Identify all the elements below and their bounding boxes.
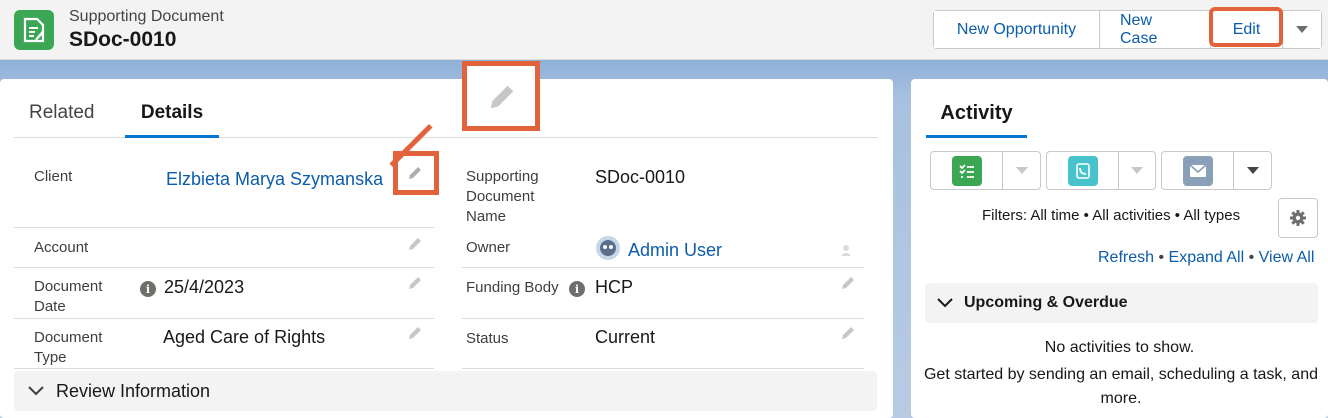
- document-type-label: Document Type: [34, 329, 103, 366]
- avatar: [596, 236, 620, 260]
- chevron-down-icon: [28, 386, 44, 396]
- annotation-zoom-box: [462, 61, 540, 131]
- info-icon[interactable]: i: [140, 281, 156, 297]
- field-divider: [462, 318, 864, 319]
- field-divider: [14, 318, 434, 319]
- field-divider: [14, 267, 434, 268]
- owner-link[interactable]: Admin User: [628, 240, 722, 261]
- owner-label: Owner: [466, 239, 511, 256]
- pencil-icon: [490, 85, 514, 109]
- funding-body-label: Funding Body: [466, 279, 559, 296]
- field-divider: [462, 267, 864, 268]
- annotation-highlight: [393, 151, 439, 195]
- client-label: Client: [34, 168, 73, 185]
- pencil-icon[interactable]: [840, 275, 856, 291]
- status-label: Status: [466, 330, 509, 347]
- email-icon: [1182, 155, 1213, 186]
- field-divider: [14, 227, 434, 228]
- view-all-link[interactable]: View All: [1259, 249, 1315, 266]
- refresh-link[interactable]: Refresh: [1098, 249, 1154, 266]
- task-icon: [951, 155, 982, 186]
- activity-card: Activity Filters: All time • All activit…: [911, 79, 1328, 418]
- object-type-label: Supporting Document: [69, 8, 224, 25]
- document-type-value: Aged Care of Rights: [163, 327, 326, 347]
- chevron-down-icon: [937, 298, 953, 308]
- funding-body-value: HCP: [595, 277, 634, 297]
- info-icon[interactable]: i: [569, 281, 585, 297]
- section-title: Review Information: [56, 381, 211, 401]
- supporting-document-name-label: Supporting Document Name: [466, 168, 539, 225]
- status-value: Current: [595, 327, 656, 347]
- account-label: Account: [34, 239, 89, 256]
- record-title: SDoc-0010: [69, 28, 177, 51]
- new-task-button[interactable]: [930, 151, 1041, 190]
- gear-icon: [1290, 210, 1306, 226]
- activity-filters: Filters: All time • All activities • All…: [982, 207, 1241, 224]
- details-card: Related Details Client Elzbieta Marya Sz…: [0, 79, 893, 418]
- chevron-down-icon: [1246, 166, 1259, 174]
- review-information-section[interactable]: Review Information: [14, 371, 877, 411]
- upcoming-overdue-section[interactable]: Upcoming & Overdue: [925, 283, 1318, 323]
- document-date-value: 25/4/2023: [164, 277, 245, 297]
- pencil-icon[interactable]: [407, 236, 423, 252]
- section-title: Upcoming & Overdue: [964, 294, 1128, 311]
- new-opportunity-button[interactable]: New Opportunity: [934, 11, 1100, 48]
- field-divider: [462, 368, 864, 369]
- document-icon: [14, 10, 54, 50]
- activity-links: Refresh • Expand All • View All: [1098, 249, 1315, 266]
- tab-related[interactable]: Related: [29, 102, 95, 138]
- edit-button-highlight: [1209, 7, 1283, 47]
- document-date-label: Document Date: [34, 278, 103, 315]
- tab-activity[interactable]: Activity: [926, 102, 1027, 138]
- more-actions-button[interactable]: [1283, 11, 1321, 48]
- new-case-button[interactable]: New Case: [1100, 11, 1211, 48]
- record-header: Supporting Document SDoc-0010 New Opport…: [0, 0, 1328, 60]
- change-owner-icon[interactable]: [838, 242, 854, 258]
- record-tabs: Related Details: [14, 102, 878, 138]
- chevron-down-icon: [1296, 25, 1308, 33]
- chevron-down-icon: [1015, 166, 1028, 174]
- phone-icon: [1067, 155, 1098, 186]
- filter-settings-button[interactable]: [1278, 198, 1318, 238]
- empty-state-title: No activities to show.: [1044, 339, 1195, 356]
- supporting-document-name-value: SDoc-0010: [595, 167, 686, 187]
- pencil-icon[interactable]: [407, 275, 423, 291]
- log-call-button[interactable]: [1046, 151, 1156, 190]
- chevron-down-icon: [1131, 166, 1143, 174]
- pencil-icon[interactable]: [407, 325, 423, 341]
- send-email-button[interactable]: [1161, 151, 1272, 190]
- client-link[interactable]: Elzbieta Marya Szymanska: [166, 169, 383, 190]
- expand-all-link[interactable]: Expand All: [1169, 249, 1245, 266]
- pencil-icon[interactable]: [840, 325, 856, 341]
- empty-state-message: Get started by sending an email, schedul…: [923, 366, 1318, 407]
- field-divider: [14, 368, 434, 369]
- tab-details[interactable]: Details: [125, 102, 219, 138]
